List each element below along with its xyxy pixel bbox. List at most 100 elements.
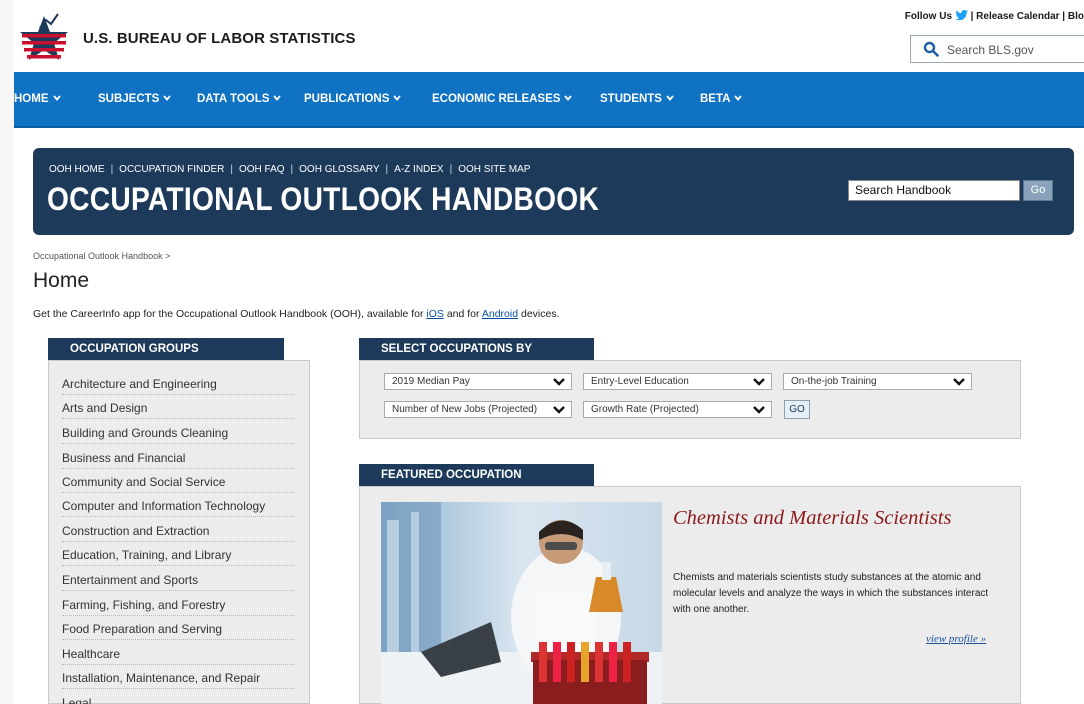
chevron-down-icon <box>273 95 282 101</box>
group-education-library[interactable]: Education, Training, and Library <box>62 542 294 566</box>
nav-subjects[interactable]: SUBJECTS <box>98 93 172 105</box>
chevron-down-icon <box>52 95 61 101</box>
group-label: Food Preparation and Serving <box>62 622 223 636</box>
site-search[interactable]: Search BLS.gov <box>910 35 1084 63</box>
featured-occupation-description: Chemists and materials scientists study … <box>673 572 989 615</box>
select-occupations-heading: SELECT OCCUPATIONS BY <box>359 338 594 360</box>
ooh-subnav: OOH HOME | OCCUPATION FINDER | OOH FAQ | OOH G… <box>49 164 530 175</box>
nav-home-label: HOME <box>14 93 49 105</box>
nav-students[interactable]: STUDENTS <box>600 93 674 105</box>
on-the-job-training-select[interactable]: On-the-job Training <box>783 373 972 390</box>
bls-logo-icon[interactable] <box>18 12 70 66</box>
view-profile-link[interactable]: view profile » <box>926 633 986 645</box>
intro-text-after: devices. <box>518 308 560 320</box>
twitter-icon[interactable] <box>954 10 968 20</box>
page: U.S. BUREAU OF LABOR STATISTICS Follow U… <box>14 0 1084 704</box>
group-label: Legal <box>62 696 92 704</box>
breadcrumb[interactable]: Occupational Outlook Handbook > <box>33 251 170 261</box>
group-building-grounds[interactable]: Building and Grounds Cleaning <box>62 420 294 444</box>
group-label: Installation, Maintenance, and Repair <box>62 671 261 685</box>
group-business-financial[interactable]: Business and Financial <box>62 445 294 469</box>
entry-level-education-select[interactable]: Entry-Level Education <box>583 373 772 390</box>
group-arts-design[interactable]: Arts and Design <box>62 395 294 419</box>
group-label: Architecture and Engineering <box>62 377 217 391</box>
nav-economic-releases[interactable]: ECONOMIC RELEASES <box>432 93 573 105</box>
chevron-down-icon <box>734 95 743 101</box>
ooh-banner: OOH HOME | OCCUPATION FINDER | OOH FAQ | OOH G… <box>33 148 1074 235</box>
separator: | <box>385 164 389 175</box>
median-pay-select[interactable]: 2019 Median Pay <box>384 373 572 390</box>
group-label: Business and Financial <box>62 451 186 465</box>
nav-economic-releases-label: ECONOMIC RELEASES <box>432 93 561 105</box>
chevron-down-icon <box>393 95 402 101</box>
handbook-title[interactable]: OCCUPATIONAL OUTLOOK HANDBOOK <box>47 181 599 218</box>
chevron-down-icon <box>753 378 765 386</box>
group-label: Healthcare <box>62 647 121 661</box>
ooh-glossary-link[interactable]: OOH GLOSSARY <box>299 164 379 175</box>
group-construction-extraction[interactable]: Construction and Extraction <box>62 518 294 542</box>
group-food-preparation[interactable]: Food Preparation and Serving <box>62 616 294 640</box>
featured-occupation-heading: FEATURED OCCUPATION <box>359 464 594 486</box>
nav-data-tools[interactable]: DATA TOOLS <box>197 93 282 105</box>
group-installation-repair[interactable]: Installation, Maintenance, and Repair <box>62 665 294 689</box>
ooh-home-link[interactable]: OOH HOME <box>49 164 105 175</box>
group-entertainment-sports[interactable]: Entertainment and Sports <box>62 567 294 591</box>
group-label: Entertainment and Sports <box>62 573 199 587</box>
nav-data-tools-label: DATA TOOLS <box>197 93 270 105</box>
select-value: Entry-Level Education <box>591 376 689 387</box>
group-label: Building and Grounds Cleaning <box>62 426 229 440</box>
group-label: Education, Training, and Library <box>62 548 232 562</box>
nav-publications-label: PUBLICATIONS <box>304 93 390 105</box>
nav-students-label: STUDENTS <box>600 93 662 105</box>
separator: | <box>290 164 294 175</box>
page-title: Home <box>33 269 90 292</box>
chevron-down-icon <box>666 95 674 101</box>
group-computer-it[interactable]: Computer and Information Technology <box>62 493 294 517</box>
group-healthcare[interactable]: Healthcare <box>62 641 294 665</box>
handbook-search-input[interactable]: Search Handbook <box>848 180 1020 201</box>
chevron-down-icon <box>564 95 573 101</box>
select-value: On-the-job Training <box>791 376 877 387</box>
follow-us-link[interactable]: Follow Us <box>905 11 952 22</box>
separator: | <box>449 164 453 175</box>
utility-links: Follow Us | Release Calendar | Blo <box>905 10 1084 22</box>
separator: | <box>230 164 233 175</box>
ooh-faq-link[interactable]: OOH FAQ <box>239 164 285 175</box>
group-label: Arts and Design <box>62 401 148 415</box>
chevron-down-icon <box>953 378 965 386</box>
featured-occupation-title[interactable]: Chemists and Materials Scientists <box>673 506 973 530</box>
site-header: U.S. BUREAU OF LABOR STATISTICS Follow U… <box>14 0 1084 72</box>
chemist-photo[interactable] <box>381 502 662 704</box>
intro-text-middle: and for <box>443 308 482 320</box>
select-value: Number of New Jobs (Projected) <box>392 404 538 415</box>
group-community-social[interactable]: Community and Social Service <box>62 469 294 493</box>
group-legal[interactable]: Legal <box>62 690 294 704</box>
handbook-search-go-button[interactable]: Go <box>1023 180 1053 201</box>
nav-home[interactable]: HOME <box>14 93 61 105</box>
group-farming-fishing[interactable]: Farming, Fishing, and Forestry <box>62 592 294 616</box>
select-go-button[interactable]: GO <box>784 400 810 419</box>
group-architecture-engineering[interactable]: Architecture and Engineering <box>62 371 294 395</box>
occupation-groups-heading: OCCUPATION GROUPS <box>48 338 284 360</box>
android-link[interactable]: Android <box>482 308 518 320</box>
intro-text-before: Get the CareerInfo app for the Occupatio… <box>33 308 427 320</box>
nav-subjects-label: SUBJECTS <box>98 93 160 105</box>
select-value: Growth Rate (Projected) <box>591 404 699 415</box>
nav-beta[interactable]: BETA <box>700 93 743 105</box>
group-label: Construction and Extraction <box>62 524 210 538</box>
ooh-site-map-link[interactable]: OOH SITE MAP <box>458 164 530 175</box>
release-calendar-link[interactable]: | Release Calendar | Blo <box>971 11 1084 22</box>
new-jobs-select[interactable]: Number of New Jobs (Projected) <box>384 401 572 418</box>
occupation-finder-link[interactable]: OCCUPATION FINDER <box>119 164 224 175</box>
chevron-down-icon <box>753 406 765 414</box>
search-icon[interactable] <box>923 41 939 57</box>
occupation-groups-list: Architecture and Engineering Arts and De… <box>48 360 310 704</box>
a-z-index-link[interactable]: A-Z INDEX <box>394 164 443 175</box>
nav-publications[interactable]: PUBLICATIONS <box>304 93 402 105</box>
ios-link[interactable]: iOS <box>426 308 444 320</box>
search-input[interactable]: Search BLS.gov <box>947 43 1034 57</box>
growth-rate-select[interactable]: Growth Rate (Projected) <box>583 401 772 418</box>
featured-occupation-panel: Chemists and Materials Scientists Chemis… <box>359 486 1021 704</box>
agency-name[interactable]: U.S. BUREAU OF LABOR STATISTICS <box>83 30 356 47</box>
select-value: 2019 Median Pay <box>392 376 470 387</box>
